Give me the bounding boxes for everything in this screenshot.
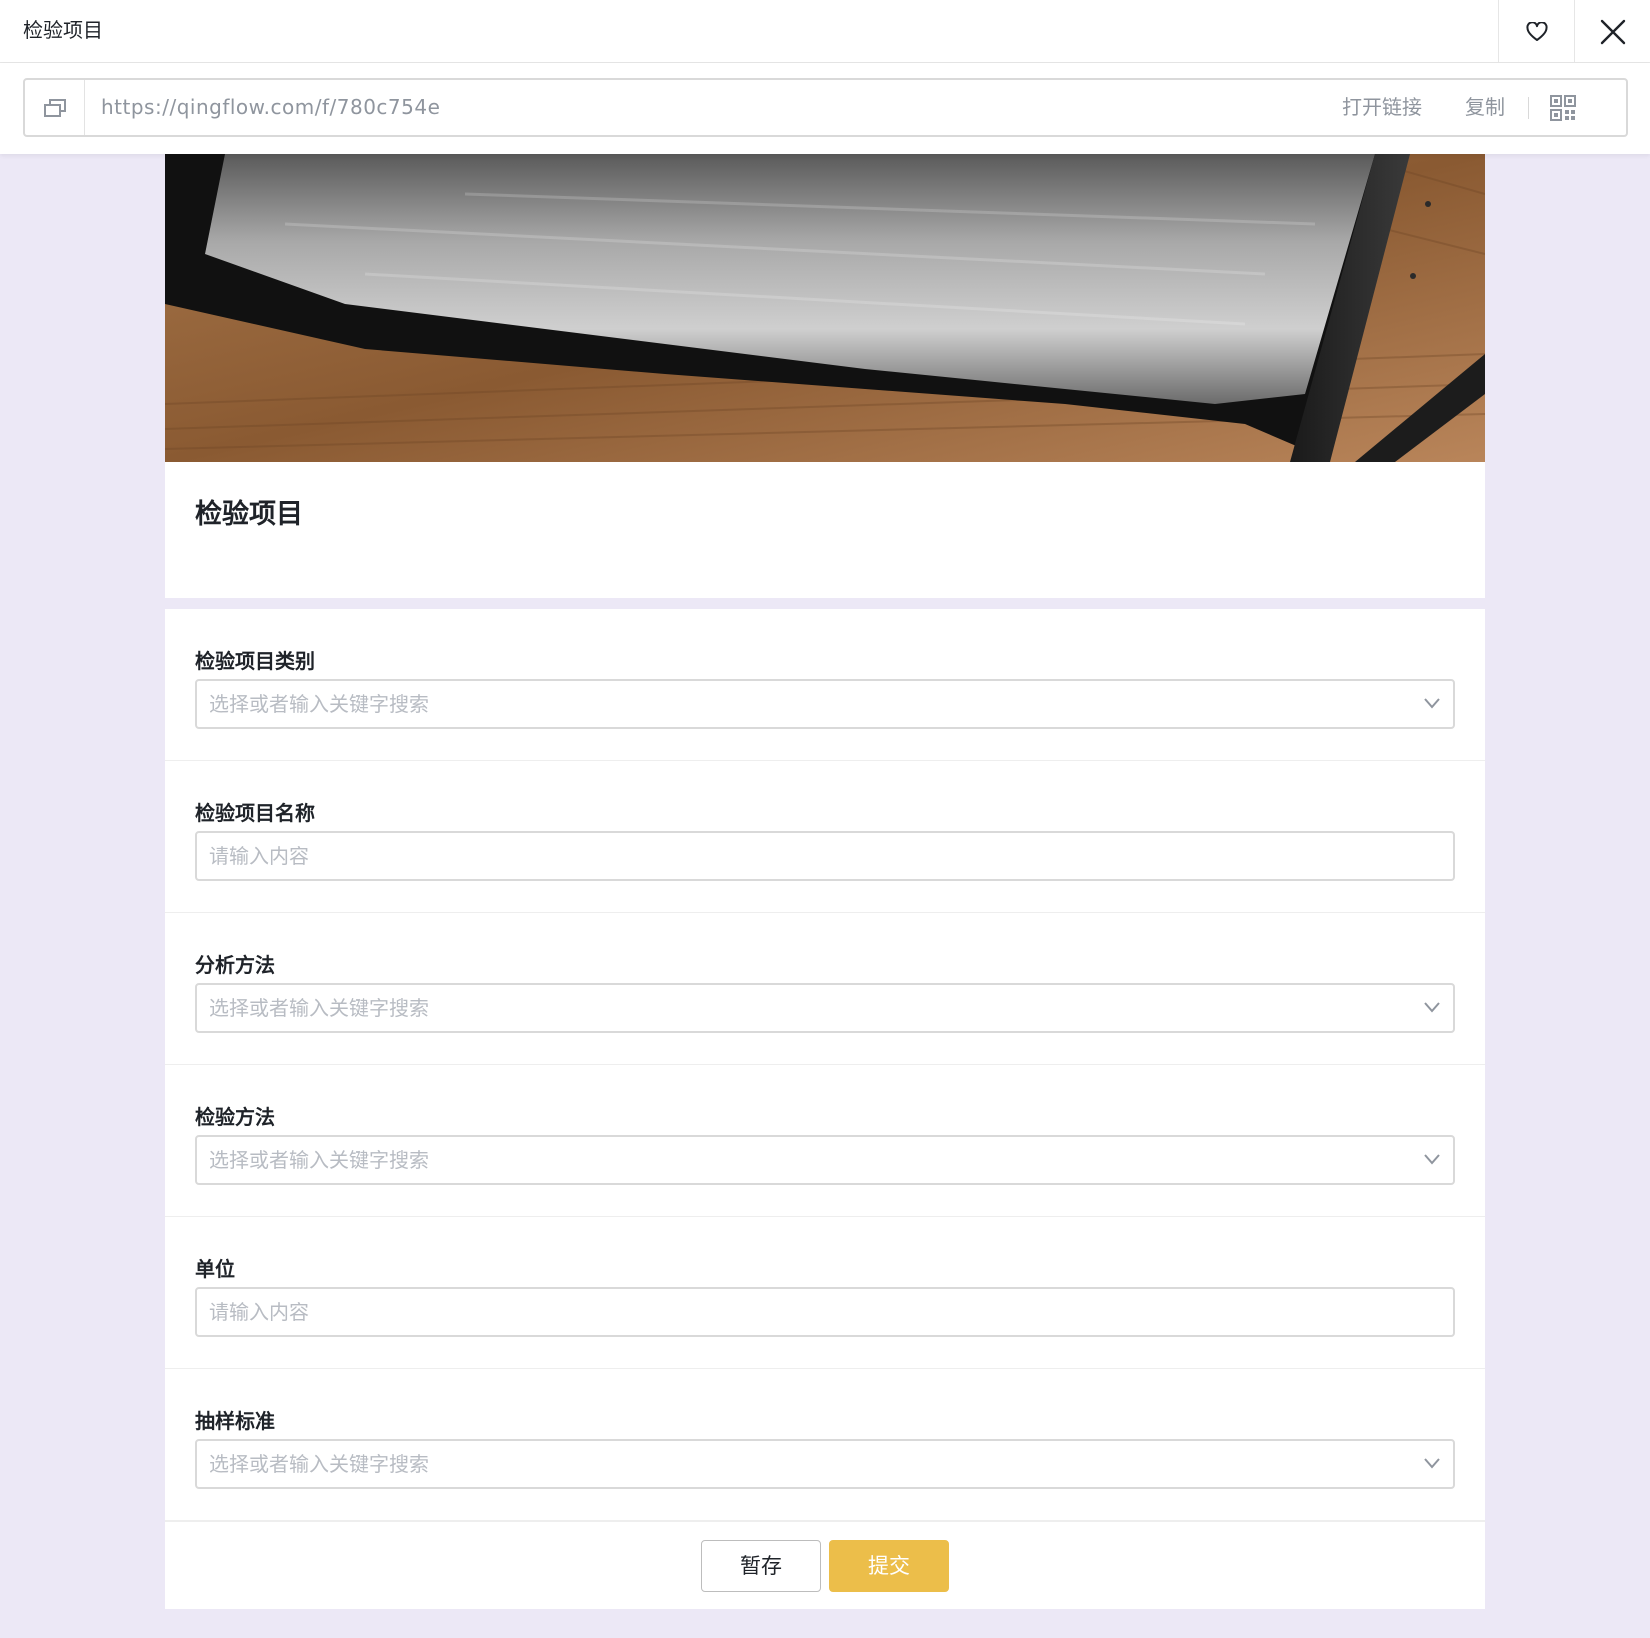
copy-link-icon <box>43 98 66 117</box>
title-bar: 检验项目 <box>0 0 1650 63</box>
qr-code-icon[interactable] <box>1550 95 1576 121</box>
inspection-category-select[interactable]: 选择或者输入关键字搜索 <box>195 679 1455 729</box>
divider <box>1528 97 1529 119</box>
field-label: 单位 <box>195 1257 235 1281</box>
heart-icon <box>1525 21 1548 41</box>
url-box: https://qingflow.com/f/780c754e 打开链接 复制 <box>23 78 1628 137</box>
form-header: 检验项目 <box>165 462 1485 598</box>
select-placeholder: 选择或者输入关键字搜索 <box>209 692 429 716</box>
form-body: 检验项目类别 选择或者输入关键字搜索 检验项目名称 请输入内容 分析方法 选择或… <box>165 609 1485 1609</box>
favorite-button[interactable] <box>1498 0 1574 63</box>
field-inspection-name: 检验项目名称 请输入内容 <box>165 761 1485 913</box>
inspection-name-input[interactable]: 请输入内容 <box>195 831 1455 881</box>
window-title: 检验项目 <box>23 18 103 42</box>
field-sampling-standard: 抽样标准 选择或者输入关键字搜索 <box>165 1369 1485 1521</box>
sampling-standard-select[interactable]: 选择或者输入关键字搜索 <box>195 1439 1455 1489</box>
field-analysis-method: 分析方法 选择或者输入关键字搜索 <box>165 913 1485 1065</box>
copy-button[interactable]: 复制 <box>1465 80 1505 135</box>
field-label: 检验项目类别 <box>195 649 315 673</box>
form-footer: 暂存 提交 <box>165 1521 1485 1609</box>
unit-input[interactable]: 请输入内容 <box>195 1287 1455 1337</box>
close-icon <box>1600 19 1625 44</box>
chevron-down-icon <box>1424 698 1440 709</box>
input-placeholder: 请输入内容 <box>209 844 309 868</box>
field-inspection-category: 检验项目类别 选择或者输入关键字搜索 <box>165 609 1485 761</box>
field-unit: 单位 请输入内容 <box>165 1217 1485 1369</box>
form-title: 检验项目 <box>195 499 303 530</box>
chevron-down-icon <box>1424 1002 1440 1013</box>
field-label: 检验方法 <box>195 1105 275 1129</box>
form-banner-image <box>165 154 1485 462</box>
chevron-down-icon <box>1424 1154 1440 1165</box>
copy-link-icon-button[interactable] <box>25 80 85 135</box>
select-placeholder: 选择或者输入关键字搜索 <box>209 1148 429 1172</box>
field-label: 检验项目名称 <box>195 801 315 825</box>
close-button[interactable] <box>1574 0 1650 63</box>
field-label: 抽样标准 <box>195 1409 275 1433</box>
chevron-down-icon <box>1424 1458 1440 1469</box>
submit-button[interactable]: 提交 <box>829 1540 949 1592</box>
input-placeholder: 请输入内容 <box>209 1300 309 1324</box>
share-link-bar: https://qingflow.com/f/780c754e 打开链接 复制 <box>0 63 1650 154</box>
field-inspection-method: 检验方法 选择或者输入关键字搜索 <box>165 1065 1485 1217</box>
save-draft-button[interactable]: 暂存 <box>701 1540 821 1592</box>
open-link-button[interactable]: 打开链接 <box>1342 80 1422 135</box>
inspection-method-select[interactable]: 选择或者输入关键字搜索 <box>195 1135 1455 1185</box>
select-placeholder: 选择或者输入关键字搜索 <box>209 1452 429 1476</box>
field-label: 分析方法 <box>195 953 275 977</box>
select-placeholder: 选择或者输入关键字搜索 <box>209 996 429 1020</box>
analysis-method-select[interactable]: 选择或者输入关键字搜索 <box>195 983 1455 1033</box>
share-url[interactable]: https://qingflow.com/f/780c754e <box>101 80 440 135</box>
